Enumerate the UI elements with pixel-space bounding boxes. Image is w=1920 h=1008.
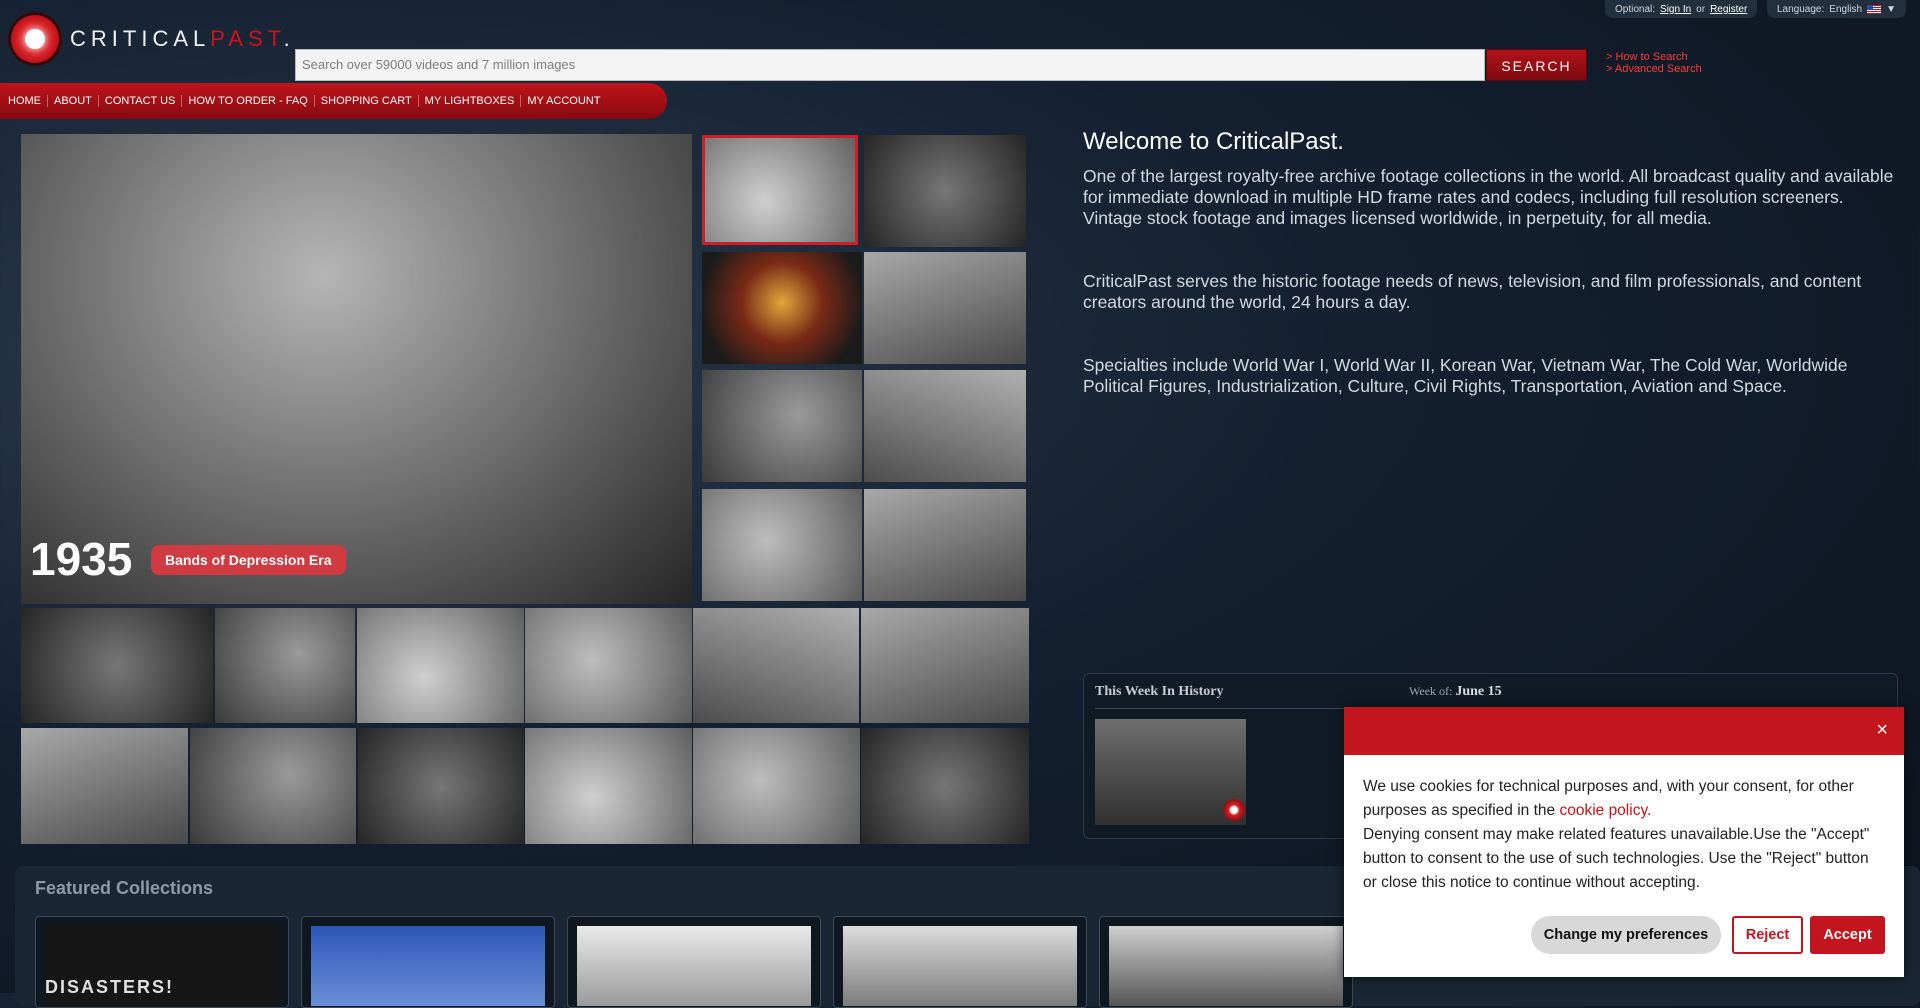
welcome-title: Welcome to CriticalPast. [1083,128,1344,155]
thumb-video[interactable] [215,608,355,723]
collection-title: DISASTERS! [45,977,175,997]
language-selector[interactable]: Language: English ▼ [1767,0,1906,18]
collection-image [311,926,545,1006]
thumb-video[interactable] [525,728,692,844]
hero-tag-button[interactable]: Bands of Depression Era [151,545,346,575]
thumb-video[interactable] [693,728,860,844]
collection-card[interactable] [567,916,821,1008]
welcome-paragraph: Specialties include World War I, World W… [1083,355,1848,396]
collection-image [843,926,1077,1006]
nav-my-lightboxes[interactable]: MY LIGHTBOXES [419,95,522,107]
search-help-links: > How to Search > Advanced Search [1606,51,1702,75]
search-input[interactable]: Search over 59000 videos and 7 million i… [295,49,1485,81]
logo-seal-icon [8,12,62,66]
week-of: Week of: June 15 [1409,684,1502,699]
nav-contact-us[interactable]: CONTACT US [99,95,183,107]
thumb-video[interactable] [190,728,356,844]
nav-how-to-order[interactable]: HOW TO ORDER - FAQ [182,95,315,107]
thumb-video[interactable] [702,135,858,245]
thumb-video[interactable] [702,489,862,601]
account-strip: Optional: Sign In or Register [1605,0,1758,18]
collection-image [1109,926,1343,1006]
nav-about[interactable]: ABOUT [48,95,99,107]
cookie-text: We use cookies for technical purposes an… [1363,778,1870,891]
thumb-video[interactable] [864,135,1026,247]
welcome-paragraph: One of the largest royalty-free archive … [1083,166,1894,228]
register-link[interactable]: Register [1710,4,1747,15]
or-label: or [1696,3,1706,15]
hero-year: 1935 [30,533,133,585]
thumb-video[interactable] [864,370,1026,482]
accept-button[interactable]: Accept [1810,916,1885,954]
advanced-search-link[interactable]: > Advanced Search [1606,63,1702,75]
thumb-video[interactable] [702,370,862,482]
thumb-video[interactable] [861,728,1029,844]
cookie-policy-link[interactable]: cookie policy. [1559,802,1651,819]
nav-home[interactable]: HOME [2,95,48,107]
thumb-video[interactable] [861,608,1029,723]
collection-image [577,926,811,1006]
thumb-video[interactable] [21,608,213,723]
language-value: English [1829,3,1863,15]
thumb-video[interactable] [357,608,524,723]
thumb-video[interactable] [525,608,692,723]
search-button[interactable]: SEARCH [1486,49,1587,81]
thumb-video[interactable] [702,252,862,364]
thumb-video[interactable] [693,608,859,723]
chevron-down-icon: ▼ [1886,3,1896,15]
cookie-header: × [1344,707,1904,755]
collection-card[interactable] [1099,916,1353,1008]
cookie-dialog: × We use cookies for technical purposes … [1344,707,1904,977]
thumb-video[interactable] [864,252,1026,364]
change-preferences-button[interactable]: Change my preferences [1531,916,1721,954]
us-flag-icon [1867,4,1882,14]
reject-button[interactable]: Reject [1732,916,1803,954]
logo[interactable]: CRITICALPAST. [8,12,295,66]
thumb-video[interactable] [864,489,1026,601]
featured-title: Featured Collections [35,878,214,898]
logo-text: CRITICALPAST. [70,26,295,51]
main-nav: HOME ABOUT CONTACT US HOW TO ORDER - FAQ… [0,83,667,119]
language-label: Language: [1777,3,1825,15]
nav-shopping-cart[interactable]: SHOPPING CART [315,95,419,107]
sign-in-link[interactable]: Sign In [1660,4,1691,15]
thumb-video[interactable] [21,728,188,844]
close-icon[interactable]: × [1876,719,1888,742]
play-icon [1223,799,1245,821]
how-to-search-link[interactable]: > How to Search [1606,51,1702,63]
thumb-video[interactable] [358,728,524,844]
welcome-paragraph: CriticalPast serves the historic footage… [1083,271,1862,312]
collection-card[interactable]: DISASTERS! [35,916,289,1008]
collection-card[interactable] [833,916,1087,1008]
week-title: This Week In History [1095,684,1224,699]
nav-my-account[interactable]: MY ACCOUNT [521,95,606,107]
welcome-section: Welcome to CriticalPast. One of the larg… [1083,128,1895,439]
collection-card[interactable] [301,916,555,1008]
optional-label: Optional: [1615,3,1656,15]
week-thumb-video[interactable] [1095,719,1246,825]
